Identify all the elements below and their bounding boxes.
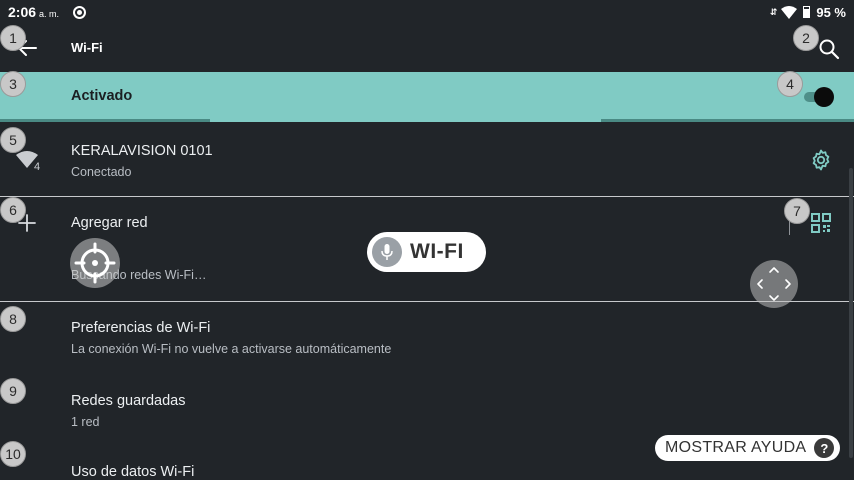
clock: 2:06 [8,4,37,20]
show-help-button[interactable]: MOSTRAR AYUDA ? [655,435,840,461]
overlay-badge: 3 [0,71,26,97]
connected-network-row[interactable]: KERALAVISION 0101 Conectado [0,123,854,196]
overlay-badge: 8 [0,306,26,332]
scan-progress-right [601,119,854,122]
switch-thumb [814,87,834,107]
clock-ampm: a. m. [39,8,60,19]
overlay-badge: 7 [784,198,810,224]
wifi-toggle-switch[interactable] [802,87,836,107]
crosshair-cursor-overlay[interactable] [70,238,120,288]
scan-progress-left [0,119,210,122]
wifi-master-switch-bar[interactable]: Activado [0,72,854,122]
overlay-badge: 4 [777,71,803,97]
show-help-label: MOSTRAR AYUDA [665,439,807,456]
overlay-badge: 1 [0,25,26,51]
wifi-generation-label: 4 [34,161,40,172]
app-bar: Wi-Fi [0,24,854,72]
overlay-badge: 5 [0,127,26,153]
page-title: Wi-Fi [71,40,103,55]
battery-icon [803,6,811,18]
add-network-label: Agregar red [71,215,148,231]
qr-code-scan-icon[interactable] [810,212,832,234]
status-bar: 2:06 a. m. ⇵ 95 % [0,0,854,24]
overlay-badge: 10 [0,441,26,467]
settings-item-subtitle: La conexión Wi-Fi no vuelve a activarse … [71,342,392,356]
status-icons: ⇵ 95 % [770,5,846,20]
settings-item-subtitle: 1 red [71,415,100,429]
data-activity-icon: ⇵ [769,6,778,17]
settings-item-title: Uso de datos Wi-Fi [71,464,195,480]
battery-level: 95 % [816,4,846,20]
search-icon[interactable] [816,36,842,62]
overlay-badge: 9 [0,378,26,404]
network-name: KERALAVISION 0101 [71,143,213,159]
gear-icon[interactable] [809,148,833,172]
voice-command-label: WI-FI [410,240,464,263]
microphone-icon [372,237,402,267]
crosshair-icon [74,242,116,284]
notification-icon [73,5,87,19]
settings-item-title: Redes guardadas [71,393,186,409]
settings-item-title: Preferencias de Wi-Fi [71,320,211,336]
wifi-preferences-row[interactable]: Preferencias de Wi-Fi La conexión Wi-Fi … [0,302,854,372]
voice-command-overlay: WI-FI [367,232,486,272]
help-question-icon: ? [814,438,835,458]
directional-pad-overlay[interactable] [750,260,798,308]
overlay-badge: 2 [793,25,819,51]
dpad-arrows-icon [757,267,791,301]
network-status: Conectado [71,165,132,179]
master-switch-label: Activado [71,88,133,104]
scrollbar[interactable] [849,168,853,458]
wifi-signal-icon [781,5,798,19]
overlay-badge: 6 [0,197,26,223]
